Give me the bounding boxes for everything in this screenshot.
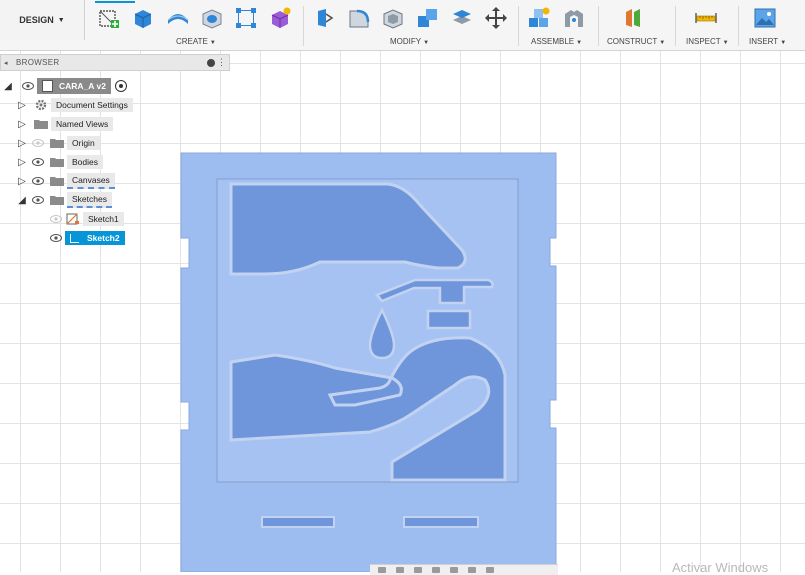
- collapsed-triangle-icon[interactable]: ▷: [17, 175, 27, 187]
- eye-icon[interactable]: [31, 175, 45, 187]
- chevron-down-icon: ▼: [209, 40, 216, 46]
- toolbar-divider: [598, 6, 599, 46]
- construct-menu[interactable]: CONSTRUCT ▼: [607, 37, 665, 46]
- measure-icon[interactable]: [694, 6, 718, 30]
- slot-right-profile: [403, 516, 479, 528]
- offset-face-icon[interactable]: [450, 6, 474, 30]
- orbit-icon[interactable]: [378, 567, 386, 573]
- dispenser-neck-profile: [426, 309, 472, 330]
- sketch-item-sketch2[interactable]: Sketch2: [49, 230, 125, 246]
- sketch-item-sketch1[interactable]: Sketch1: [49, 211, 124, 227]
- create-sketch-icon[interactable]: [95, 1, 135, 30]
- toolbar: DESIGN ▼ CREATE ▼ MODIFY ▼ ASSEMBLE ▼ CO…: [0, 0, 805, 51]
- revolve-icon[interactable]: [166, 6, 190, 30]
- viewports-icon[interactable]: [486, 567, 494, 573]
- eye-icon[interactable]: [31, 194, 45, 206]
- chevron-down-icon: ▼: [57, 16, 65, 24]
- modify-menu[interactable]: MODIFY ▼: [390, 37, 429, 46]
- chevron-down-icon: ▼: [659, 40, 666, 46]
- browser-options-icon[interactable]: [207, 59, 215, 67]
- browser-root-label[interactable]: CARA_A v2: [37, 78, 111, 94]
- browser-header[interactable]: ◂ BROWSER ⋮: [0, 54, 230, 71]
- collapse-icon[interactable]: ◂: [4, 59, 12, 67]
- browser-item-label: Named Views: [51, 117, 114, 131]
- toolbar-divider: [303, 6, 304, 46]
- pin-icon[interactable]: ⋮: [217, 57, 226, 68]
- display-settings-icon[interactable]: [450, 567, 458, 573]
- grid-settings-icon[interactable]: [468, 567, 476, 573]
- browser-title: BROWSER: [16, 58, 60, 67]
- navigation-bar: [370, 564, 558, 575]
- joint-icon[interactable]: [562, 6, 586, 30]
- browser-panel: ◂ BROWSER ⋮ ◢ CARA_A v2 ▷ Document Setti…: [0, 54, 230, 254]
- pan-icon[interactable]: [396, 567, 404, 573]
- collapsed-triangle-icon[interactable]: ▷: [17, 99, 27, 111]
- browser-item-canvases[interactable]: ▷ Canvases: [17, 173, 115, 189]
- collapsed-triangle-icon[interactable]: ▷: [17, 118, 27, 130]
- browser-item-origin[interactable]: ▷ Origin: [17, 135, 100, 151]
- eye-icon[interactable]: [49, 232, 63, 244]
- activation-watermark: Activar Windows: [672, 560, 769, 575]
- eye-hidden-icon[interactable]: [49, 213, 63, 225]
- gear-icon: [33, 99, 49, 111]
- expanded-triangle-icon[interactable]: ◢: [3, 80, 13, 92]
- press-pull-icon[interactable]: [312, 6, 336, 30]
- sketch-label-selected: Sketch2: [65, 231, 125, 245]
- activate-radio[interactable]: [114, 80, 127, 92]
- chevron-down-icon: ▼: [780, 40, 787, 46]
- new-component-icon[interactable]: [527, 6, 551, 30]
- assemble-menu[interactable]: ASSEMBLE ▼: [531, 37, 582, 46]
- toolbar-divider: [738, 6, 739, 46]
- eye-hidden-icon[interactable]: [31, 137, 45, 149]
- browser-item-label: Origin: [67, 136, 100, 150]
- sketch-icon: [70, 233, 79, 243]
- combine-icon[interactable]: [416, 6, 440, 30]
- chevron-down-icon: ▼: [423, 40, 430, 46]
- browser-item-sketches[interactable]: ◢ Sketches: [17, 192, 112, 208]
- folder-icon: [49, 137, 65, 149]
- folder-icon: [49, 194, 65, 206]
- shell-icon[interactable]: [381, 6, 405, 30]
- inspect-menu[interactable]: INSPECT ▼: [686, 37, 729, 46]
- browser-root-row[interactable]: ◢ CARA_A v2: [3, 78, 127, 94]
- folder-icon: [49, 175, 65, 187]
- collapsed-triangle-icon[interactable]: ▷: [17, 137, 27, 149]
- move-icon[interactable]: [484, 6, 508, 30]
- browser-item-label: Canvases: [67, 173, 115, 189]
- workspace-label: DESIGN: [19, 15, 54, 25]
- sketch-label: Sketch1: [83, 212, 124, 226]
- eye-icon[interactable]: [31, 156, 45, 168]
- browser-item-label: Bodies: [67, 155, 103, 169]
- document-icon: [42, 80, 53, 92]
- create-form-icon[interactable]: [268, 6, 292, 30]
- offset-plane-icon[interactable]: [622, 6, 646, 30]
- chevron-down-icon: ▼: [576, 40, 583, 46]
- browser-item-bodies[interactable]: ▷ Bodies: [17, 154, 103, 170]
- zoom-icon[interactable]: [414, 567, 422, 573]
- chevron-down-icon: ▼: [722, 40, 729, 46]
- extrude-icon[interactable]: [131, 6, 155, 30]
- rectangular-pattern-icon[interactable]: [234, 6, 258, 30]
- browser-item-document-settings[interactable]: ▷ Document Settings: [17, 97, 133, 113]
- workspace-switcher[interactable]: DESIGN ▼: [0, 0, 85, 40]
- toolbar-divider: [518, 6, 519, 46]
- hole-icon[interactable]: [200, 6, 224, 30]
- insert-image-icon[interactable]: [753, 6, 777, 30]
- collapsed-triangle-icon[interactable]: ▷: [17, 156, 27, 168]
- browser-item-label: Document Settings: [51, 98, 133, 112]
- create-menu[interactable]: CREATE ▼: [176, 37, 216, 46]
- eye-icon[interactable]: [21, 80, 35, 92]
- fillet-icon[interactable]: [347, 6, 371, 30]
- browser-item-label: Sketches: [67, 192, 112, 208]
- sketch-icon: [65, 213, 81, 225]
- toolbar-divider: [675, 6, 676, 46]
- slot-left-profile: [261, 516, 335, 528]
- folder-icon: [49, 156, 65, 168]
- folder-icon: [33, 118, 49, 130]
- insert-menu[interactable]: INSERT ▼: [749, 37, 786, 46]
- browser-item-named-views[interactable]: ▷ Named Views: [17, 116, 114, 132]
- fit-icon[interactable]: [432, 567, 440, 573]
- expanded-triangle-icon[interactable]: ◢: [17, 194, 27, 206]
